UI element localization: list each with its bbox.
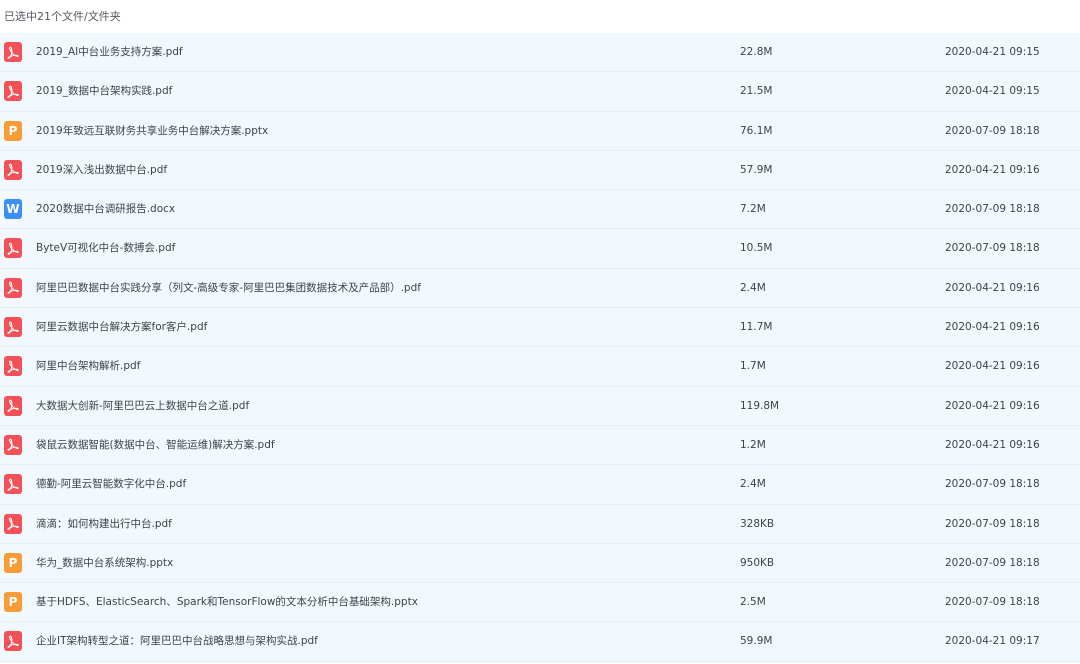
file-size: 21.5M (740, 85, 773, 98)
file-row[interactable]: P 基于HDFS、ElasticSearch、Spark和TensorFlow的文… (0, 583, 1080, 623)
file-row[interactable]: 2019深入浅出数据中台.pdf 57.9M 2020-04-21 09:16 (0, 150, 1080, 191)
file-row[interactable]: P 2019年致远互联财务共享业务中台解决方案.pptx 76.1M 2020-07-… (0, 111, 1080, 151)
pdf-icon (4, 631, 22, 652)
pdf-icon (4, 238, 22, 259)
file-size: 950KB (740, 556, 775, 569)
file-date: 2020-04-21 09:16 (945, 438, 1040, 451)
file-size: 11.7M (740, 321, 773, 334)
file-date: 2020-04-21 09:15 (945, 46, 1040, 58)
pptx-icon: P (4, 120, 22, 141)
file-name[interactable]: 阿里巴巴数据中台实践分享（列文-高级专家-阿里巴巴集团数据技术及产品部）.pdf (36, 269, 421, 308)
file-date: 2020-04-21 09:16 (945, 360, 1040, 373)
pdf-icon (4, 42, 22, 62)
pdf-icon (4, 395, 22, 416)
file-size: 119.8M (740, 399, 780, 412)
file-name[interactable]: 基于HDFS、ElasticSearch、Spark和TensorFlow的文本… (36, 583, 418, 622)
file-size: 59.9M (740, 635, 773, 648)
file-size: 1.2M (740, 438, 766, 451)
file-date: 2020-07-09 18:18 (945, 596, 1040, 609)
file-size: 1.7M (740, 360, 766, 373)
file-date: 2020-07-09 18:18 (945, 517, 1040, 530)
file-row[interactable]: 阿里云数据中台解决方案for客户.pdf 11.7M 2020-04-21 09:1… (0, 308, 1080, 348)
file-date: 2020-07-09 18:18 (945, 556, 1040, 569)
file-row[interactable]: 德勤-阿里云智能数字化中台.pdf 2.4M 2020-07-09 18:18 (0, 465, 1080, 505)
file-size: 2.4M (740, 281, 766, 294)
pdf-icon (4, 81, 22, 102)
file-list: 2019_AI中台业务支持方案.pdf 22.8M 2020-04-21 09:15… (0, 33, 1080, 662)
pdf-icon (4, 474, 22, 495)
pdf-icon (4, 513, 22, 534)
pdf-icon (4, 434, 22, 455)
file-size: 2.4M (740, 478, 766, 491)
file-name[interactable]: 2019_数据中台架构实践.pdf (36, 72, 172, 111)
pdf-icon (4, 277, 22, 298)
file-date: 2020-04-21 09:16 (945, 321, 1040, 334)
file-name[interactable]: 2019年致远互联财务共享业务中台解决方案.pptx (36, 112, 268, 151)
file-date: 2020-04-21 09:16 (945, 163, 1040, 176)
file-row[interactable]: P 华为_数据中台系统架构.pptx 950KB 2020-07-09 18:18 (0, 543, 1080, 584)
file-size: 7.2M (740, 203, 766, 216)
file-size: 10.5M (740, 242, 773, 255)
file-row[interactable]: 企业IT架构转型之道：阿里巴巴中台战略思想与架构实战.pdf 59.9M 2020-… (0, 622, 1080, 662)
file-name[interactable]: 阿里中台架构解析.pdf (36, 347, 140, 386)
file-row[interactable]: ByteV可视化中台-数搏会.pdf 10.5M 2020-07-09 18:18 (0, 229, 1080, 269)
file-date: 2020-07-09 18:18 (945, 242, 1040, 255)
file-date: 2020-04-21 09:16 (945, 281, 1040, 294)
file-date: 2020-04-21 09:17 (945, 635, 1040, 648)
file-row[interactable]: 2019_数据中台架构实践.pdf 21.5M 2020-04-21 09:15 (0, 72, 1080, 112)
file-size: 2.5M (740, 596, 766, 609)
file-name[interactable]: 大数据大创新-阿里巴巴云上数据中台之道.pdf (36, 387, 249, 426)
file-name[interactable]: 滴滴：如何构建出行中台.pdf (36, 505, 172, 544)
file-name[interactable]: 袋鼠云数据智能(数据中台、智能运维)解决方案.pdf (36, 426, 275, 465)
file-name[interactable]: 2019_AI中台业务支持方案.pdf (36, 33, 183, 72)
pdf-icon (4, 159, 22, 180)
file-row[interactable]: 阿里巴巴数据中台实践分享（列文-高级专家-阿里巴巴集团数据技术及产品部）.pdf… (0, 268, 1080, 309)
file-size: 57.9M (740, 163, 773, 176)
pptx-icon: P (4, 592, 22, 613)
file-size: 22.8M (740, 46, 773, 58)
file-row[interactable]: W 2020数据中台调研报告.docx 7.2M 2020-07-09 18:18 (0, 190, 1080, 230)
file-name[interactable]: 企业IT架构转型之道：阿里巴巴中台战略思想与架构实战.pdf (36, 622, 318, 661)
file-name[interactable]: 华为_数据中台系统架构.pptx (36, 544, 173, 583)
selection-count-text: 已选中21个文件/文件夹 (4, 10, 121, 23)
docx-icon: W (4, 199, 22, 220)
file-row[interactable]: 阿里中台架构解析.pdf 1.7M 2020-04-21 09:16 (0, 347, 1080, 387)
file-row[interactable]: 大数据大创新-阿里巴巴云上数据中台之道.pdf 119.8M 2020-04-21 … (0, 386, 1080, 426)
file-date: 2020-07-09 18:18 (945, 478, 1040, 491)
file-name[interactable]: 2019深入浅出数据中台.pdf (36, 151, 167, 190)
pdf-icon (4, 356, 22, 377)
file-size: 328KB (740, 517, 775, 530)
file-size: 76.1M (740, 124, 773, 137)
file-row[interactable]: 滴滴：如何构建出行中台.pdf 328KB 2020-07-09 18:18 (0, 504, 1080, 544)
file-name[interactable]: ByteV可视化中台-数搏会.pdf (36, 229, 175, 268)
file-name[interactable]: 2020数据中台调研报告.docx (36, 190, 175, 229)
file-date: 2020-04-21 09:15 (945, 85, 1040, 98)
file-date: 2020-04-21 09:16 (945, 399, 1040, 412)
pptx-icon: P (4, 552, 22, 573)
pdf-icon (4, 317, 22, 338)
file-row[interactable]: 袋鼠云数据智能(数据中台、智能运维)解决方案.pdf 1.2M 2020-04-21… (0, 425, 1080, 466)
file-date: 2020-07-09 18:18 (945, 203, 1040, 216)
selection-status: 已选中21个文件/文件夹 (0, 0, 1080, 33)
file-name[interactable]: 德勤-阿里云智能数字化中台.pdf (36, 465, 186, 504)
file-date: 2020-07-09 18:18 (945, 124, 1040, 137)
file-name[interactable]: 阿里云数据中台解决方案for客户.pdf (36, 308, 207, 347)
file-row[interactable]: 2019_AI中台业务支持方案.pdf 22.8M 2020-04-21 09:15 (0, 33, 1080, 73)
